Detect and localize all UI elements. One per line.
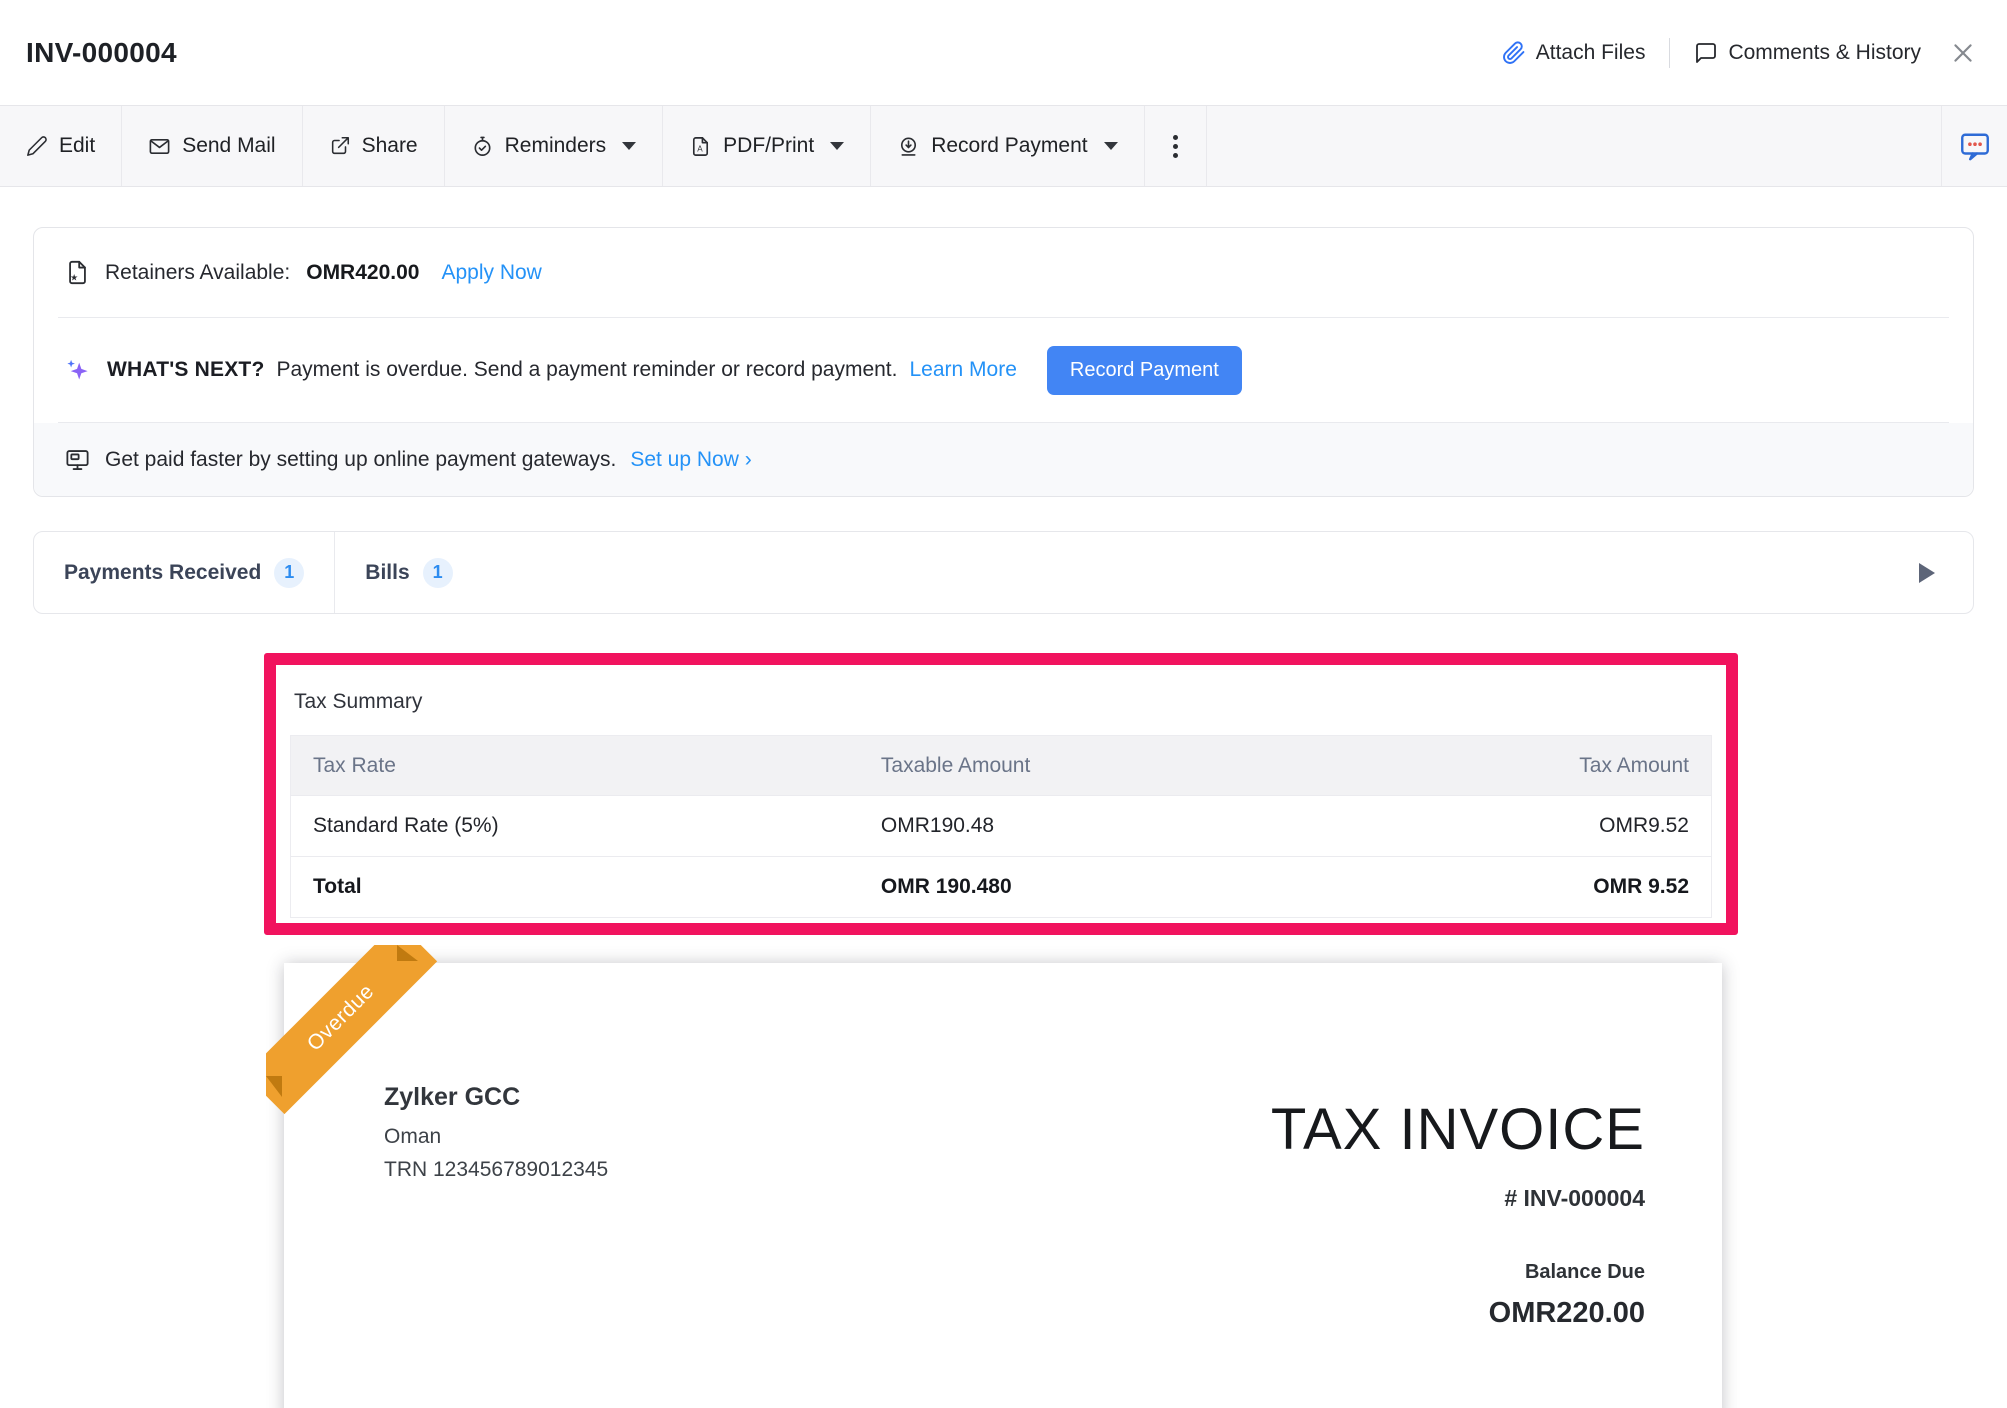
toolbar-spacer (1207, 106, 1941, 186)
share-label: Share (362, 134, 418, 158)
tax-summary-title: Tax Summary (276, 665, 1726, 735)
attach-files-button[interactable]: Attach Files (1502, 41, 1646, 65)
record-payment-dropdown-button[interactable]: Record Payment (871, 106, 1144, 186)
whats-next-label: WHAT'S NEXT? (107, 358, 265, 382)
feedback-button[interactable] (1941, 106, 2007, 186)
total-tax-amount: OMR 9.52 (1399, 857, 1712, 918)
payments-received-count-badge: 1 (274, 558, 304, 588)
paperclip-icon (1502, 41, 1526, 65)
mail-icon (148, 135, 171, 158)
document-title: TAX INVOICE (1271, 1101, 1645, 1159)
svg-text:A: A (697, 144, 703, 153)
close-icon (1950, 40, 1976, 66)
chevron-down-icon (830, 142, 844, 150)
pdf-print-label: PDF/Print (723, 134, 814, 158)
svg-text:★: ★ (70, 272, 78, 282)
gateway-message: Get paid faster by setting up online pay… (105, 448, 616, 472)
invoice-detail-screen: INV-000004 Attach Files Comments & Histo… (0, 0, 2007, 1408)
retainer-document-icon: ★ (64, 259, 91, 286)
col-tax-rate: Tax Rate (291, 736, 859, 796)
whats-next-row: WHAT'S NEXT? Payment is overdue. Send a … (34, 318, 1973, 422)
tax-table-row: Standard Rate (5%) OMR190.48 OMR9.52 (291, 796, 1712, 857)
edit-button[interactable]: Edit (0, 106, 122, 186)
chevron-right-icon[interactable] (1919, 563, 1935, 583)
invoice-title-block: TAX INVOICE # INV-000004 Balance Due OMR… (1271, 1101, 1645, 1330)
learn-more-link[interactable]: Learn More (909, 358, 1016, 382)
invoice-preview: Overdue Zylker GCC Oman TRN 123456789012… (284, 963, 1722, 1408)
tab-bills[interactable]: Bills 1 (335, 532, 482, 613)
comment-icon (1694, 41, 1718, 65)
toolbar: Edit Send Mail Share Reminders A PDF/Pri… (0, 105, 2007, 187)
record-payment-button[interactable]: Record Payment (1047, 346, 1242, 395)
edit-label: Edit (59, 134, 95, 158)
share-button[interactable]: Share (303, 106, 445, 186)
total-taxable-amount: OMR 190.480 (859, 857, 1399, 918)
reminder-clock-icon (471, 135, 494, 158)
invoice-number: # INV-000004 (1504, 1185, 1645, 1212)
attach-files-label: Attach Files (1536, 41, 1646, 65)
apply-now-link[interactable]: Apply Now (441, 261, 541, 285)
share-icon (329, 135, 351, 157)
monitor-icon (64, 446, 91, 473)
ribbon-fold-left (266, 1076, 282, 1097)
close-button[interactable] (1945, 35, 1981, 71)
retainers-amount: OMR420.00 (306, 261, 419, 285)
bills-count-badge: 1 (423, 558, 453, 588)
retainers-label: Retainers Available: (105, 261, 290, 285)
tax-summary-highlight-annotation: Tax Summary Tax Rate Taxable Amount Tax … (264, 653, 1738, 935)
header-divider (1669, 38, 1670, 68)
record-payment-dropdown-label: Record Payment (931, 134, 1087, 158)
sparkle-icon (64, 357, 91, 384)
retainers-row: ★ Retainers Available: OMR420.00 Apply N… (34, 228, 1973, 317)
pdf-print-button[interactable]: A PDF/Print (663, 106, 871, 186)
col-tax-amount: Tax Amount (1399, 736, 1712, 796)
setup-now-link[interactable]: Set up Now › (630, 448, 751, 472)
send-mail-button[interactable]: Send Mail (122, 106, 302, 186)
tax-table-header-row: Tax Rate Taxable Amount Tax Amount (291, 736, 1712, 796)
tax-amount-value: OMR9.52 (1399, 796, 1712, 857)
tab-bills-label: Bills (365, 561, 409, 585)
company-trn: TRN 123456789012345 (384, 1158, 608, 1182)
tax-summary-table: Tax Rate Taxable Amount Tax Amount Stand… (290, 735, 1712, 918)
taxable-amount-value: OMR190.48 (859, 796, 1399, 857)
tab-payments-received[interactable]: Payments Received 1 (34, 532, 334, 613)
comments-history-button[interactable]: Comments & History (1694, 41, 1921, 65)
chevron-down-icon (622, 142, 636, 150)
header-actions: Attach Files Comments & History (1502, 35, 1981, 71)
company-country: Oman (384, 1125, 608, 1149)
record-payment-icon (897, 135, 920, 158)
pdf-file-icon: A (689, 135, 712, 158)
tax-rate-value: Standard Rate (5%) (291, 796, 859, 857)
ribbon-fold-top (397, 945, 418, 961)
company-name: Zylker GCC (384, 1083, 608, 1112)
related-panels-card: Payments Received 1 Bills 1 (33, 531, 1974, 614)
chevron-down-icon (1104, 142, 1118, 150)
company-block: Zylker GCC Oman TRN 123456789012345 (384, 1083, 608, 1191)
whats-next-message: Payment is overdue. Send a payment remin… (277, 358, 898, 382)
tab-payments-received-label: Payments Received (64, 561, 261, 585)
gateway-row: Get paid faster by setting up online pay… (34, 423, 1973, 496)
overdue-ribbon-label: Overdue (303, 980, 379, 1056)
feedback-chat-icon (1957, 128, 1993, 164)
comments-history-label: Comments & History (1728, 41, 1921, 65)
pencil-icon (26, 135, 48, 157)
total-label: Total (291, 857, 859, 918)
reminders-button[interactable]: Reminders (445, 106, 664, 186)
send-mail-label: Send Mail (182, 134, 275, 158)
more-actions-button[interactable] (1145, 106, 1207, 186)
page-title: INV-000004 (26, 37, 177, 69)
tax-table-total-row: Total OMR 190.480 OMR 9.52 (291, 857, 1712, 918)
notice-card: ★ Retainers Available: OMR420.00 Apply N… (33, 227, 1974, 497)
balance-due-amount: OMR220.00 (1489, 1297, 1645, 1330)
page-header: INV-000004 Attach Files Comments & Histo… (0, 0, 2007, 105)
col-taxable-amount: Taxable Amount (859, 736, 1399, 796)
more-vertical-icon (1173, 135, 1178, 140)
reminders-label: Reminders (505, 134, 607, 158)
balance-due-label: Balance Due (1525, 1261, 1645, 1284)
